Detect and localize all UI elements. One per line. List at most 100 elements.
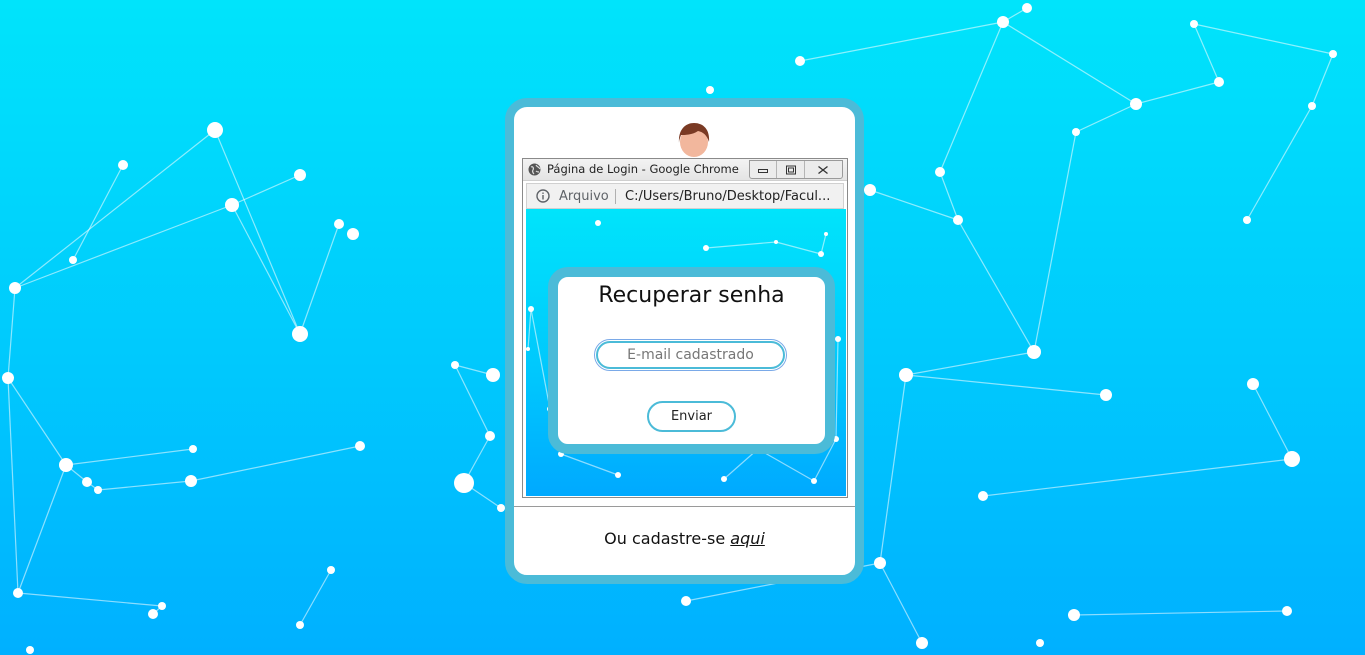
network-node: [148, 609, 158, 619]
network-link: [799, 21, 1004, 62]
network-link: [14, 129, 216, 289]
minimize-button[interactable]: [750, 161, 778, 178]
network-link: [835, 338, 839, 440]
network-node: [1243, 216, 1251, 224]
network-link: [1311, 53, 1334, 107]
network-node: [69, 256, 77, 264]
network-link: [1193, 23, 1334, 55]
network-node: [899, 368, 913, 382]
network-link: [7, 287, 16, 379]
network-node: [1100, 389, 1112, 401]
network-link: [775, 241, 822, 255]
network-node: [189, 445, 197, 453]
network-link: [939, 21, 1004, 173]
network-node: [94, 486, 102, 494]
network-node: [13, 588, 23, 598]
network-node: [1247, 378, 1259, 390]
network-node: [486, 368, 500, 382]
network-node: [528, 306, 534, 312]
network-node: [454, 473, 474, 493]
network-node: [1130, 98, 1142, 110]
network-node: [774, 240, 778, 244]
network-link: [879, 562, 923, 644]
network-node: [1190, 20, 1198, 28]
network-node: [681, 596, 691, 606]
network-link: [7, 377, 67, 466]
network-node: [721, 476, 727, 482]
recover-password-card: Recuperar senha Enviar: [548, 267, 835, 454]
network-node: [916, 637, 928, 649]
card-divider: [514, 506, 855, 507]
network-link: [17, 464, 67, 594]
network-node: [703, 245, 709, 251]
address-url[interactable]: C:/Users/Bruno/Desktop/Facul...: [625, 189, 830, 204]
network-link: [1135, 81, 1220, 105]
send-button[interactable]: Enviar: [647, 401, 736, 432]
network-node: [1022, 3, 1032, 13]
info-icon[interactable]: [536, 189, 550, 203]
network-node: [997, 16, 1009, 28]
network-node: [82, 477, 92, 487]
network-link: [65, 448, 194, 466]
network-node: [1308, 102, 1316, 110]
minimize-icon: [758, 168, 769, 173]
network-link: [1246, 105, 1313, 221]
network-link: [231, 174, 301, 206]
network-link: [14, 204, 233, 289]
network-node: [2, 372, 14, 384]
network-node: [1214, 77, 1224, 87]
network-node: [595, 220, 601, 226]
network-link: [939, 171, 959, 221]
network-link: [905, 374, 1107, 396]
network-node: [347, 228, 359, 240]
network-link: [97, 480, 192, 491]
network-link: [1193, 23, 1220, 83]
network-link: [905, 351, 1035, 376]
maximize-button[interactable]: [777, 161, 805, 178]
network-node: [1036, 639, 1044, 647]
network-node: [874, 557, 886, 569]
network-node: [327, 566, 335, 574]
recover-title: Recuperar senha: [598, 283, 785, 308]
maximize-icon: [785, 165, 796, 174]
network-node: [334, 219, 344, 229]
network-node: [706, 86, 714, 94]
network-node: [1027, 345, 1041, 359]
network-node: [9, 282, 21, 294]
address-bar[interactable]: Arquivo C:/Users/Bruno/Desktop/Facul...: [526, 183, 844, 209]
browser-titlebar: Página de Login - Google Chrome: [523, 159, 847, 181]
browser-window: Página de Login - Google Chrome Arquivo: [522, 158, 848, 498]
network-node: [158, 602, 166, 610]
address-scheme: Arquivo: [559, 189, 609, 204]
network-link: [879, 374, 907, 564]
network-node: [294, 169, 306, 181]
login-card: Página de Login - Google Chrome Arquivo: [505, 98, 864, 584]
network-link: [1002, 21, 1137, 105]
page-viewport: Recuperar senha Enviar: [526, 209, 846, 496]
network-node: [296, 621, 304, 629]
network-node: [497, 504, 505, 512]
network-link: [214, 129, 301, 335]
network-node: [864, 184, 876, 196]
network-link: [1073, 610, 1288, 616]
network-link: [231, 204, 301, 335]
email-input[interactable]: [594, 339, 787, 371]
network-node: [953, 215, 963, 225]
network-node: [355, 441, 365, 451]
globe-icon: [528, 163, 541, 176]
network-node: [835, 336, 841, 342]
network-link: [299, 223, 340, 335]
network-link: [820, 233, 827, 255]
network-link: [957, 219, 1035, 353]
window-title: Página de Login - Google Chrome: [547, 162, 739, 176]
register-link[interactable]: aqui: [730, 529, 765, 548]
network-link: [1033, 131, 1077, 353]
close-button[interactable]: [805, 161, 842, 178]
network-node: [824, 232, 828, 236]
network-link: [7, 377, 19, 594]
register-line: Ou cadastre-se aqui: [514, 529, 855, 548]
network-node: [292, 326, 308, 342]
network-link: [17, 592, 163, 607]
network-link: [560, 453, 619, 476]
network-link: [190, 445, 361, 482]
